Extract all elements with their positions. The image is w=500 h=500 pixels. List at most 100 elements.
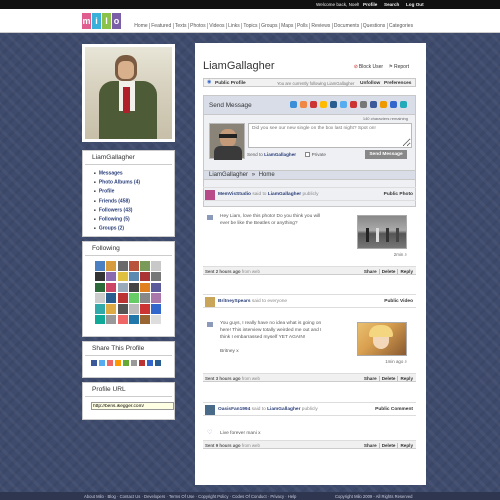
following-avatar[interactable]: [106, 282, 117, 293]
post-photo-thumbnail[interactable]: [357, 215, 407, 249]
following-avatar[interactable]: [140, 271, 151, 282]
service-icon[interactable]: [390, 101, 397, 108]
nav-item-categories[interactable]: Categories: [388, 23, 415, 29]
post-author-avatar[interactable]: [205, 297, 215, 307]
post-author[interactable]: BritneySpears: [218, 299, 251, 304]
delete-link[interactable]: Delete: [378, 269, 396, 274]
service-icon[interactable]: [320, 101, 327, 108]
following-avatar[interactable]: [128, 314, 139, 325]
following-avatar[interactable]: [151, 304, 162, 314]
unfollow-link[interactable]: Unfollow: [360, 81, 380, 86]
following-avatar[interactable]: [151, 282, 162, 293]
nav-item-polls[interactable]: Polls: [296, 23, 311, 29]
nav-item-documents[interactable]: Documents: [333, 23, 362, 29]
message-input[interactable]: [248, 123, 412, 148]
post-author[interactable]: OasisFan1994: [218, 407, 250, 412]
menu-item[interactable]: Messages: [94, 169, 174, 178]
nav-item-photos[interactable]: Photos: [189, 23, 208, 29]
service-icon[interactable]: [330, 101, 337, 108]
menu-item[interactable]: Photo Albums (4): [94, 178, 174, 187]
service-icon[interactable]: [300, 101, 307, 108]
following-avatar[interactable]: [95, 293, 105, 303]
service-icon[interactable]: [290, 101, 297, 108]
share-service-icon[interactable]: [155, 360, 161, 366]
following-avatar[interactable]: [128, 261, 139, 271]
menu-item[interactable]: Followers (43): [94, 206, 174, 215]
service-icon[interactable]: [360, 101, 367, 108]
service-icon[interactable]: [350, 101, 357, 108]
following-avatar[interactable]: [140, 293, 151, 303]
send-message-button[interactable]: Send Message: [365, 150, 407, 159]
profile-photo[interactable]: [85, 47, 172, 139]
nav-item-questions[interactable]: Questions: [362, 23, 388, 29]
following-avatar[interactable]: [106, 304, 117, 314]
footer-links[interactable]: About Milo · Blog · Contact Us · Develop…: [84, 494, 296, 499]
share-service-icon[interactable]: [91, 360, 97, 366]
logout-link[interactable]: Log Out: [406, 2, 424, 7]
nav-item-links[interactable]: Links: [227, 23, 243, 29]
share-link[interactable]: Share: [362, 376, 377, 381]
nav-item-texts[interactable]: Texts: [174, 23, 189, 29]
following-avatar[interactable]: [106, 271, 117, 282]
breadcrumb-user[interactable]: LiamGallagher: [209, 172, 248, 178]
following-avatar[interactable]: [106, 314, 117, 325]
reply-link[interactable]: Reply: [397, 269, 413, 274]
share-service-icon[interactable]: [131, 360, 137, 366]
following-avatar[interactable]: [106, 293, 117, 303]
service-icon[interactable]: [370, 101, 377, 108]
following-avatar[interactable]: [95, 261, 105, 271]
menu-item[interactable]: Profile: [94, 187, 174, 196]
nav-item-videos[interactable]: Videos: [208, 23, 227, 29]
following-avatar[interactable]: [128, 304, 139, 314]
post-author-avatar[interactable]: [205, 190, 215, 200]
share-link[interactable]: Share: [362, 443, 377, 448]
post-video-thumbnail[interactable]: [357, 322, 407, 356]
following-avatar[interactable]: [128, 271, 139, 282]
service-icon[interactable]: [310, 101, 317, 108]
following-avatar[interactable]: [128, 282, 139, 293]
service-icon[interactable]: [380, 101, 387, 108]
profile-link[interactable]: Profile: [363, 2, 377, 7]
nav-item-reviews[interactable]: Reviews: [310, 23, 333, 29]
following-avatar[interactable]: [117, 314, 128, 325]
menu-item[interactable]: Groups (2): [94, 224, 174, 233]
share-link[interactable]: Share: [362, 269, 377, 274]
delete-link[interactable]: Delete: [378, 376, 396, 381]
following-avatar[interactable]: [95, 282, 105, 293]
nav-item-maps[interactable]: Maps: [280, 23, 296, 29]
delete-link[interactable]: Delete: [378, 443, 396, 448]
following-avatar[interactable]: [117, 271, 128, 282]
following-avatar[interactable]: [140, 314, 151, 325]
following-avatar[interactable]: [128, 293, 139, 303]
service-icon[interactable]: [340, 101, 347, 108]
nav-item-home[interactable]: Home: [133, 23, 150, 29]
nav-item-topics[interactable]: Topics: [242, 23, 260, 29]
preferences-link[interactable]: Preferences: [384, 81, 411, 86]
report-link[interactable]: Report: [394, 64, 409, 70]
reply-link[interactable]: Reply: [397, 443, 413, 448]
following-avatar[interactable]: [140, 304, 151, 314]
private-checkbox[interactable]: [305, 152, 311, 158]
following-avatar[interactable]: [151, 261, 162, 271]
following-avatar[interactable]: [140, 282, 151, 293]
share-service-icon[interactable]: [99, 360, 105, 366]
following-avatar[interactable]: [151, 314, 162, 325]
following-avatar[interactable]: [117, 282, 128, 293]
following-avatar[interactable]: [95, 271, 105, 282]
reply-link[interactable]: Reply: [397, 376, 413, 381]
following-avatar[interactable]: [106, 261, 117, 271]
site-logo[interactable]: milo: [82, 13, 122, 29]
profile-url-field[interactable]: [91, 402, 174, 410]
following-avatar[interactable]: [151, 271, 162, 282]
post-author[interactable]: MemVisStudio: [218, 192, 251, 197]
following-avatar[interactable]: [140, 261, 151, 271]
block-user-link[interactable]: Block User: [359, 64, 383, 70]
share-service-icon[interactable]: [115, 360, 121, 366]
post-target[interactable]: LiamGallagher: [267, 407, 300, 412]
zoom-icon[interactable]: ⌕: [405, 252, 407, 257]
menu-item[interactable]: Following (5): [94, 215, 174, 224]
post-target[interactable]: LiamGallagher: [268, 192, 301, 197]
share-service-icon[interactable]: [139, 360, 145, 366]
zoom-icon[interactable]: ⌕: [405, 359, 407, 364]
following-avatar[interactable]: [117, 293, 128, 303]
